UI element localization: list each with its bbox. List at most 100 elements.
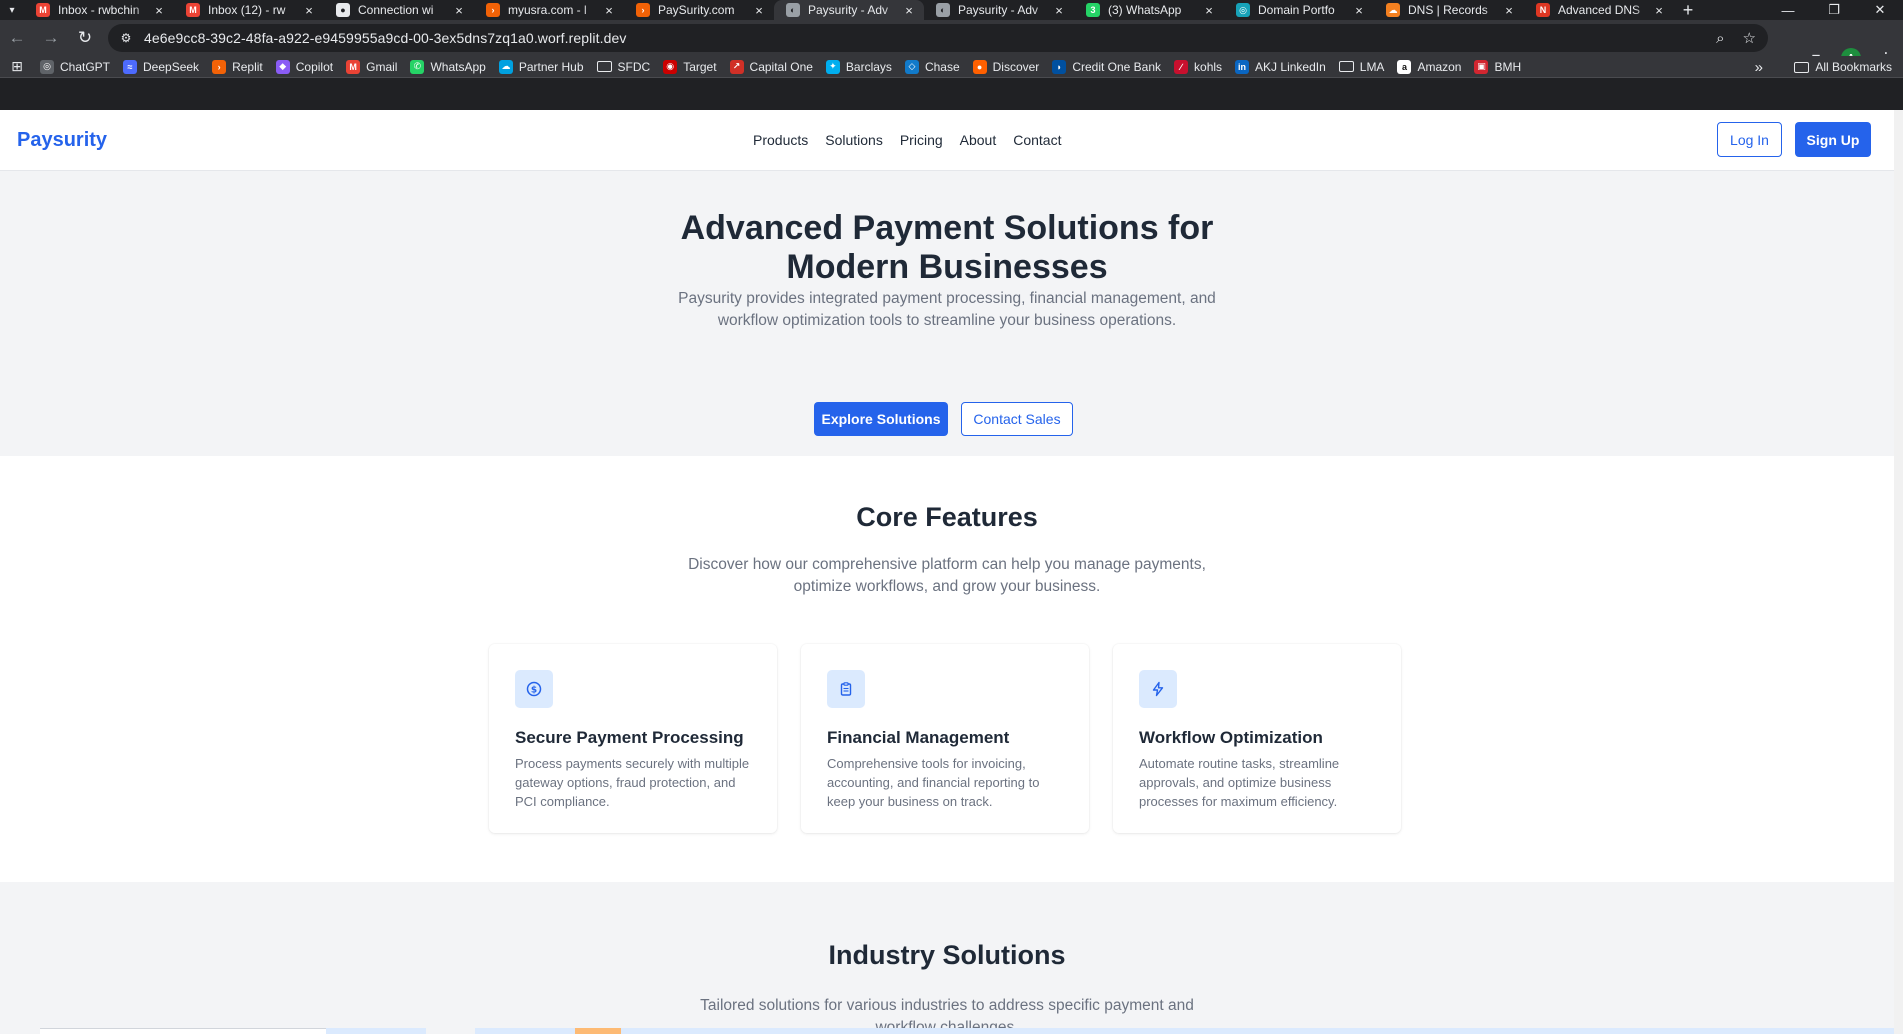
feature-card-workflow[interactable]: Workflow Optimization Automate routine t… <box>1113 644 1401 833</box>
bookmark-item[interactable]: ◉ Target <box>657 56 723 78</box>
tab-title: Paysurity - Adv <box>958 3 1039 17</box>
lightning-icon <box>1139 670 1177 708</box>
hero-section: Advanced Payment Solutions for Modern Bu… <box>0 171 1894 456</box>
bookmark-item[interactable]: ☁ Partner Hub <box>493 56 591 78</box>
bookmark-item[interactable]: ✆ WhatsApp <box>404 56 492 78</box>
signup-button[interactable]: Sign Up <box>1795 122 1871 157</box>
close-tab-icon[interactable]: × <box>452 3 466 18</box>
main-nav: Products Solutions Pricing About Contact <box>753 132 1061 148</box>
bookmark-item[interactable]: ● Discover <box>967 56 1047 78</box>
bookmark-item[interactable]: LMA <box>1333 56 1392 78</box>
industry-solutions-section: Industry Solutions Tailored solutions fo… <box>0 882 1894 1034</box>
close-tab-icon[interactable]: × <box>1652 3 1666 18</box>
bookmark-item[interactable]: M Gmail <box>340 56 404 78</box>
globe-icon: ◐ <box>936 3 950 17</box>
chase-icon: ◇ <box>904 59 919 74</box>
explore-solutions-button[interactable]: Explore Solutions <box>814 402 948 436</box>
tab-search-chevron-icon[interactable]: ▾ <box>0 0 24 20</box>
bookmark-item[interactable]: › Replit <box>206 56 270 78</box>
partial-card-edge <box>475 1028 575 1034</box>
back-arrow-icon[interactable]: ← <box>0 22 34 54</box>
close-tab-icon[interactable]: × <box>902 3 916 18</box>
minimize-icon[interactable]: — <box>1765 0 1811 20</box>
new-tab-button[interactable]: + <box>1674 0 1702 21</box>
features-subtitle: Discover how our comprehensive platform … <box>688 556 1206 595</box>
tab-title: Domain Portfo <box>1258 3 1335 17</box>
hero-title: Advanced Payment Solutions for Modern Bu… <box>680 209 1214 286</box>
bookmark-item[interactable]: ✦ Barclays <box>820 56 899 78</box>
bookmark-label: Chase <box>924 59 960 74</box>
replit-icon: › <box>486 3 500 17</box>
browser-tab[interactable]: ◐ Paysurity - Adv × <box>774 0 924 20</box>
more-bookmarks-chevron-icon[interactable]: » <box>1755 56 1763 78</box>
feature-card-title: Workflow Optimization <box>1139 728 1323 747</box>
bookmark-star-icon[interactable]: ☆ <box>1743 29 1756 47</box>
restore-icon[interactable]: ❐ <box>1811 0 1857 20</box>
barclays-icon: ✦ <box>825 59 840 74</box>
feature-card-financial[interactable]: Financial Management Comprehensive tools… <box>801 644 1089 833</box>
bookmark-item[interactable]: ◇ Chase <box>899 56 967 78</box>
nav-contact[interactable]: Contact <box>1013 132 1061 148</box>
bookmark-item[interactable]: ◆ Copilot <box>270 56 340 78</box>
close-tab-icon[interactable]: × <box>1052 3 1066 18</box>
site-info-icon[interactable]: ⚙ <box>118 30 134 46</box>
browser-tab[interactable]: M Inbox (12) - rw × <box>174 0 324 20</box>
close-tab-icon[interactable]: × <box>1352 3 1366 18</box>
close-tab-icon[interactable]: × <box>1502 3 1516 18</box>
contact-sales-button[interactable]: Contact Sales <box>961 402 1073 436</box>
browser-tab[interactable]: › PaySurity.com × <box>624 0 774 20</box>
bookmark-item[interactable]: ◗ Credit One Bank <box>1046 56 1168 78</box>
site-logo[interactable]: Paysurity <box>17 129 107 152</box>
tab-title: Inbox - rwbchin <box>58 3 140 17</box>
close-tab-icon[interactable]: × <box>602 3 616 18</box>
browser-tab[interactable]: ☁ DNS | Records × <box>1374 0 1524 20</box>
forward-arrow-icon[interactable]: → <box>34 22 68 54</box>
tab-title: DNS | Records <box>1408 3 1488 17</box>
page-scrollbar[interactable] <box>1894 110 1903 1034</box>
browser-tab[interactable]: M Inbox - rwbchin × <box>24 0 174 20</box>
bookmark-item[interactable]: ≈ DeepSeek <box>117 56 206 78</box>
close-tab-icon[interactable]: × <box>752 3 766 18</box>
tab-title: Paysurity - Adv <box>808 3 889 17</box>
apps-grid-icon[interactable]: ⊞ <box>0 58 34 75</box>
bookmark-item[interactable]: ▣ BMH <box>1468 56 1528 78</box>
whatsapp-icon: ✆ <box>410 59 425 74</box>
browser-tab[interactable]: N Advanced DNS × <box>1524 0 1674 20</box>
bookmark-item[interactable]: ↗ Capital One <box>724 56 820 78</box>
url-text[interactable]: 4e6e9cc8-39c2-48fa-a922-e9459955a9cd-00-… <box>144 30 626 46</box>
bookmark-item[interactable]: a Amazon <box>1391 56 1468 78</box>
omnibox[interactable]: ⚙ 4e6e9cc8-39c2-48fa-a922-e9459955a9cd-0… <box>108 24 1768 52</box>
close-tab-icon[interactable]: × <box>152 3 166 18</box>
bookmark-item[interactable]: SFDC <box>591 56 658 78</box>
folder-icon <box>596 61 612 72</box>
bookmark-item[interactable]: ◎ ChatGPT <box>34 56 117 78</box>
close-window-icon[interactable]: ✕ <box>1857 0 1903 20</box>
reload-icon[interactable]: ↻ <box>68 22 102 54</box>
browser-tab[interactable]: ◐ Paysurity - Adv × <box>924 0 1074 20</box>
feature-card-text: Process payments securely with multiple … <box>515 756 750 809</box>
tab-title: Connection wi <box>358 3 434 17</box>
tab-title: Inbox (12) - rw <box>208 3 286 17</box>
feature-card-payments[interactable]: $ Secure Payment Processing Process paym… <box>489 644 777 833</box>
bookmark-item[interactable]: ∕ kohls <box>1168 56 1229 78</box>
address-bar-row: ← → ↻ ⚙ 4e6e9cc8-39c2-48fa-a922-e9459955… <box>0 20 1903 68</box>
login-button[interactable]: Log In <box>1717 122 1782 157</box>
nav-products[interactable]: Products <box>753 132 808 148</box>
nav-pricing[interactable]: Pricing <box>900 132 943 148</box>
bookmark-item[interactable]: in AKJ LinkedIn <box>1229 56 1333 78</box>
site-header: Paysurity Products Solutions Pricing Abo… <box>0 110 1894 171</box>
zoom-icon[interactable]: ⌕ <box>1716 30 1724 47</box>
browser-tab[interactable]: › myusra.com - l × <box>474 0 624 20</box>
nav-about[interactable]: About <box>960 132 997 148</box>
close-tab-icon[interactable]: × <box>302 3 316 18</box>
nav-solutions[interactable]: Solutions <box>825 132 883 148</box>
browser-tab[interactable]: 3 (3) WhatsApp × <box>1074 0 1224 20</box>
all-bookmarks-folder[interactable]: All Bookmarks <box>1788 56 1899 78</box>
hero-subtitle: Paysurity provides integrated payment pr… <box>678 290 1216 329</box>
bookmark-label: Credit One Bank <box>1072 59 1162 74</box>
browser-tab[interactable]: ◎ Domain Portfo × <box>1224 0 1374 20</box>
bookmark-label: kohls <box>1194 59 1223 74</box>
close-tab-icon[interactable]: × <box>1202 3 1216 18</box>
bookmark-label: Discover <box>992 59 1040 74</box>
browser-tab[interactable]: ● Connection wi × <box>324 0 474 20</box>
